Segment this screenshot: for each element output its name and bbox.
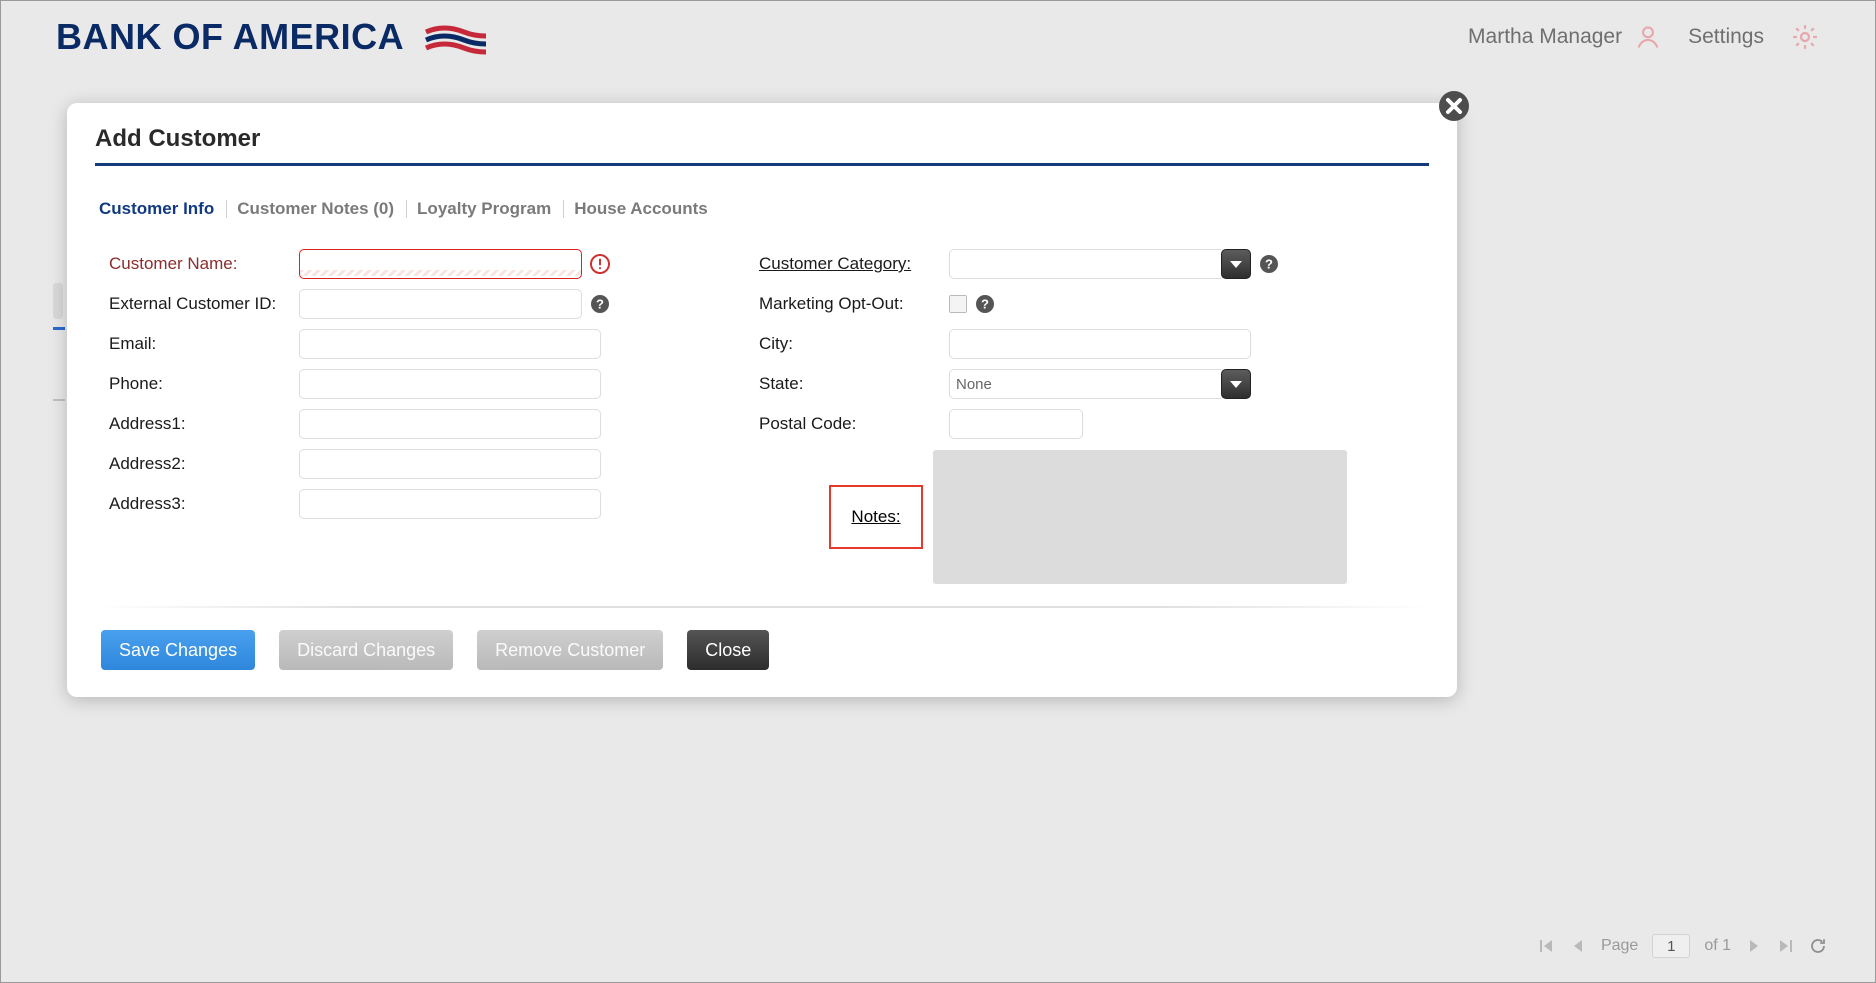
- refresh-icon[interactable]: [1809, 936, 1827, 956]
- page-of-label: of 1: [1704, 937, 1731, 955]
- last-page-icon[interactable]: [1777, 938, 1795, 954]
- add-customer-modal: Add Customer Customer Info Customer Note…: [67, 103, 1457, 697]
- discard-button[interactable]: Discard Changes: [279, 630, 453, 670]
- close-button[interactable]: Close: [687, 630, 769, 670]
- error-icon: [590, 254, 610, 274]
- settings-link[interactable]: Settings: [1688, 25, 1764, 49]
- pagination: Page of 1: [1537, 934, 1827, 958]
- address2-input[interactable]: [299, 449, 601, 479]
- title-rule: [95, 163, 1429, 166]
- label-postal: Postal Code:: [759, 414, 949, 434]
- first-page-icon[interactable]: [1537, 938, 1555, 954]
- tab-separator: [226, 200, 227, 218]
- top-right: Martha Manager Settings: [1468, 22, 1820, 52]
- customer-name-input[interactable]: [299, 249, 582, 279]
- help-icon[interactable]: ?: [975, 294, 995, 314]
- phone-input[interactable]: [299, 369, 601, 399]
- brand: BANK OF AMERICA: [56, 16, 488, 58]
- top-header: BANK OF AMERICA Martha Manager: [1, 1, 1875, 73]
- tab-customer-notes[interactable]: Customer Notes (0): [237, 196, 394, 222]
- label-notes-text: Notes:: [851, 507, 900, 527]
- background-peek: [53, 283, 63, 319]
- address3-input[interactable]: [299, 489, 601, 519]
- label-city: City:: [759, 334, 949, 354]
- current-user[interactable]: Martha Manager: [1468, 23, 1662, 51]
- settings-label: Settings: [1688, 25, 1764, 49]
- modal-tabs: Customer Info Customer Notes (0) Loyalty…: [99, 196, 1429, 222]
- state-dropdown[interactable]: [949, 369, 1251, 399]
- page-label: Page: [1601, 937, 1638, 955]
- section-divider: [95, 606, 1429, 608]
- background-peek: [53, 327, 65, 330]
- close-icon[interactable]: [1437, 89, 1471, 123]
- label-external-id: External Customer ID:: [109, 294, 299, 314]
- postal-input[interactable]: [949, 409, 1083, 439]
- external-id-input[interactable]: [299, 289, 582, 319]
- label-customer-category[interactable]: Customer Category:: [759, 254, 949, 274]
- modal-title: Add Customer: [95, 125, 1429, 163]
- label-phone: Phone:: [109, 374, 299, 394]
- svg-text:?: ?: [981, 297, 989, 312]
- gear-icon[interactable]: [1790, 22, 1820, 52]
- next-page-icon[interactable]: [1745, 938, 1763, 954]
- chevron-down-icon[interactable]: [1221, 249, 1251, 279]
- form: Customer Name: External Customer ID: ?: [95, 244, 1429, 584]
- brand-text: BANK OF AMERICA: [56, 16, 404, 58]
- svg-text:?: ?: [1265, 257, 1273, 272]
- label-address3: Address3:: [109, 494, 299, 514]
- label-address2: Address2:: [109, 454, 299, 474]
- prev-page-icon[interactable]: [1569, 938, 1587, 954]
- tab-customer-info[interactable]: Customer Info: [99, 196, 214, 222]
- save-button[interactable]: Save Changes: [101, 630, 255, 670]
- address1-input[interactable]: [299, 409, 601, 439]
- customer-category-value[interactable]: [949, 249, 1225, 279]
- remove-customer-button[interactable]: Remove Customer: [477, 630, 663, 670]
- email-input[interactable]: [299, 329, 601, 359]
- chevron-down-icon[interactable]: [1221, 369, 1251, 399]
- tab-loyalty[interactable]: Loyalty Program: [417, 196, 551, 222]
- label-opt-out: Marketing Opt-Out:: [759, 294, 949, 314]
- state-value[interactable]: [949, 369, 1225, 399]
- user-icon: [1634, 23, 1662, 51]
- current-user-name: Martha Manager: [1468, 25, 1622, 49]
- brand-flag-icon: [424, 18, 488, 56]
- tab-separator: [406, 200, 407, 218]
- svg-text:?: ?: [596, 297, 604, 312]
- background-peek: [53, 399, 65, 401]
- modal-buttons: Save Changes Discard Changes Remove Cust…: [95, 630, 1429, 670]
- opt-out-checkbox[interactable]: [949, 295, 967, 313]
- tab-house-accounts[interactable]: House Accounts: [574, 196, 708, 222]
- label-customer-name: Customer Name:: [109, 254, 299, 274]
- label-address1: Address1:: [109, 414, 299, 434]
- label-notes: Notes:: [829, 485, 923, 549]
- label-email: Email:: [109, 334, 299, 354]
- notes-textarea[interactable]: [933, 450, 1347, 584]
- page-number-input[interactable]: [1652, 934, 1690, 958]
- customer-category-dropdown[interactable]: [949, 249, 1251, 279]
- help-icon[interactable]: ?: [1259, 254, 1279, 274]
- tab-separator: [563, 200, 564, 218]
- city-input[interactable]: [949, 329, 1251, 359]
- label-state: State:: [759, 374, 949, 394]
- help-icon[interactable]: ?: [590, 294, 610, 314]
